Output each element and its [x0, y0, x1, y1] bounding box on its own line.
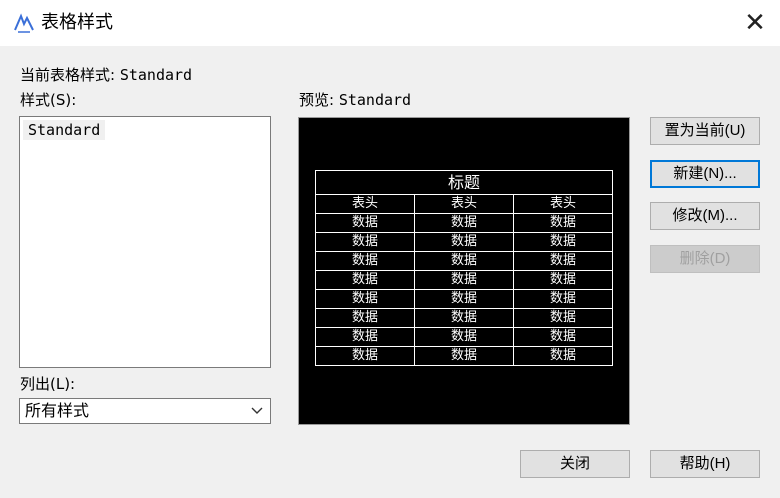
chevron-down-icon [251, 407, 263, 414]
preview-table-cell: 数据 [513, 308, 613, 328]
preview-table-cell: 数据 [315, 213, 415, 233]
preview-table-header: 表头 [315, 194, 415, 214]
close-button[interactable]: 关闭 [520, 450, 630, 478]
modify-button[interactable]: 修改(M)... [650, 202, 760, 230]
preview-table-cell: 数据 [513, 346, 613, 366]
current-style-value: Standard [119, 66, 193, 84]
preview-table-cell: 数据 [414, 213, 514, 233]
styles-label: 样式(S): [20, 91, 77, 109]
list-item[interactable]: Standard [23, 120, 106, 140]
preview-table-cell: 数据 [513, 327, 613, 347]
preview-table-cell: 数据 [414, 327, 514, 347]
new-button[interactable]: 新建(N)... [650, 160, 760, 188]
preview-table-title: 标题 [315, 170, 613, 195]
table-row: 数据 数据 数据 [315, 232, 613, 252]
preview-table-cell: 数据 [315, 327, 415, 347]
preview-table-cell: 数据 [414, 232, 514, 252]
current-style-row: 当前表格样式: Standard [20, 66, 192, 84]
preview-panel: 标题 表头 表头 表头 数据 数据 数据 数据 数据 数据 数据 数据 数据 数据 数据 数据 数据 数据… [298, 117, 630, 425]
table-style-app-icon [14, 13, 34, 33]
current-style-label: 当前表格样式: [20, 66, 120, 84]
preview-table-cell: 数据 [315, 289, 415, 309]
preview-table-header: 表头 [414, 194, 514, 214]
preview-table-cell: 数据 [513, 213, 613, 233]
help-button[interactable]: 帮助(H) [650, 450, 760, 478]
preview-label-row: 预览: Standard [299, 91, 411, 109]
table-row: 数据 数据 数据 [315, 270, 613, 290]
list-filter-value: 所有样式 [25, 401, 90, 420]
table-row: 数据 数据 数据 [315, 289, 613, 309]
list-filter-select[interactable]: 所有样式 [19, 398, 271, 424]
close-icon[interactable]: ✕ [740, 8, 770, 38]
preview-style-name: Standard [338, 91, 412, 109]
preview-table-cell: 数据 [315, 346, 415, 366]
preview-table-cell: 数据 [315, 270, 415, 290]
styles-listbox[interactable]: Standard [19, 116, 271, 368]
preview-table-cell: 数据 [513, 270, 613, 290]
set-current-button[interactable]: 置为当前(U) [650, 117, 760, 145]
preview-table: 标题 表头 表头 表头 数据 数据 数据 数据 数据 数据 数据 数据 数据 数据 数据 数据 数据 数据… [315, 170, 613, 366]
preview-table-cell: 数据 [513, 232, 613, 252]
dialog-title: 表格样式 [41, 12, 113, 33]
preview-table-header: 表头 [513, 194, 613, 214]
table-row: 数据 数据 数据 [315, 346, 613, 366]
preview-table-cell: 数据 [414, 346, 514, 366]
preview-table-cell: 数据 [315, 232, 415, 252]
preview-table-cell: 数据 [315, 251, 415, 271]
preview-table-cell: 数据 [414, 251, 514, 271]
preview-label: 预览: [299, 91, 339, 109]
table-row: 数据 数据 数据 [315, 327, 613, 347]
preview-table-cell: 数据 [513, 289, 613, 309]
preview-table-cell: 数据 [414, 308, 514, 328]
preview-table-cell: 数据 [414, 289, 514, 309]
preview-table-cell: 数据 [315, 308, 415, 328]
preview-table-cell: 数据 [513, 251, 613, 271]
list-filter-label: 列出(L): [20, 375, 76, 393]
delete-button[interactable]: 删除(D) [650, 245, 760, 273]
table-row: 数据 数据 数据 [315, 251, 613, 271]
table-row: 数据 数据 数据 [315, 213, 613, 233]
preview-table-cell: 数据 [414, 270, 514, 290]
table-row: 数据 数据 数据 [315, 308, 613, 328]
title-bar: 表格样式 ✕ [0, 0, 780, 46]
